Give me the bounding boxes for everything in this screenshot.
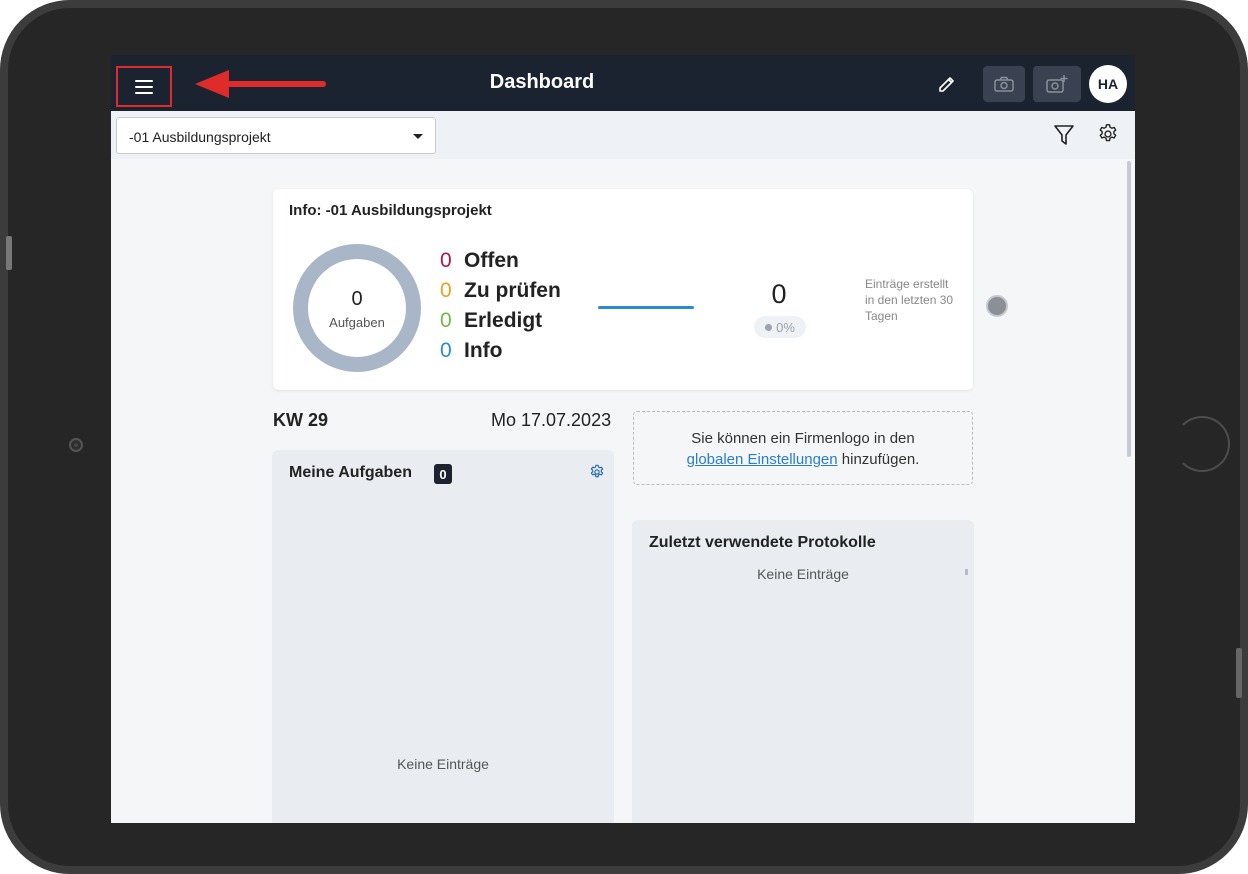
side-button — [1236, 648, 1242, 698]
status-count: 0 — [440, 249, 452, 272]
global-settings-link[interactable]: globalen Einstellungen — [687, 451, 838, 468]
gear-icon[interactable] — [589, 464, 605, 480]
user-avatar[interactable]: HA — [1089, 65, 1127, 103]
status-label: Zu prüfen — [464, 279, 561, 302]
recent-protocols-card: Zuletzt verwendete Protokolle Keine Eint… — [632, 520, 974, 823]
status-row-zu-pruefen[interactable]: 0 Zu prüfen — [440, 279, 561, 309]
gear-icon[interactable] — [1097, 123, 1119, 145]
camera-add-icon — [1046, 75, 1068, 93]
tasks-donut-chart: 0 Aufgaben — [293, 244, 421, 372]
entries-note: Einträge erstellt in den letzten 30 Tage… — [865, 277, 954, 323]
page-title: Dashboard — [489, 71, 595, 93]
entries-percent-badge: 0% — [754, 316, 806, 338]
scrollbar[interactable] — [1127, 161, 1131, 457]
status-row-erledigt[interactable]: 0 Erledigt — [440, 309, 561, 339]
camera-icon — [994, 76, 1014, 92]
front-camera — [69, 438, 83, 452]
status-count: 0 — [440, 279, 452, 302]
donut-total-label: Aufgaben — [329, 315, 385, 330]
edit-icon[interactable] — [937, 73, 957, 93]
project-select-value: -01 Ausbildungsprojekt — [129, 129, 271, 145]
status-row-offen[interactable]: 0 Offen — [440, 249, 561, 279]
logo-hint-text-end: hinzufügen. — [841, 451, 920, 468]
info-card: Info: -01 Ausbildungsprojekt 0 Aufgaben … — [273, 189, 973, 390]
current-date: Mo 17.07.2023 — [491, 410, 612, 430]
protocols-scrollbar[interactable] — [965, 569, 968, 575]
app-screen: Dashboard HA -01 Ausbildungsprojekt Info… — [111, 55, 1135, 823]
donut-total-count: 0 — [351, 288, 363, 310]
status-count: 0 — [440, 309, 452, 332]
my-tasks-title: Meine Aufgaben — [289, 464, 412, 481]
company-logo-placeholder: Sie können ein Firmenlogo in den globale… — [633, 411, 973, 485]
recent-protocols-empty-text: Keine Einträge — [757, 566, 849, 582]
filter-icon[interactable] — [1053, 123, 1075, 147]
home-button — [1174, 416, 1230, 472]
entries-count: 0 — [771, 279, 787, 309]
status-label: Info — [464, 339, 503, 362]
entries-percent: 0% — [776, 319, 795, 335]
top-navigation-bar: Dashboard HA — [111, 55, 1135, 111]
filter-toolbar: -01 Ausbildungsprojekt — [111, 111, 1135, 159]
camera-add-button[interactable] — [1033, 66, 1081, 102]
info-card-title: Info: -01 Ausbildungsprojekt — [289, 202, 492, 219]
logo-hint-text: Sie können ein Firmenlogo in den — [691, 430, 915, 447]
status-row-info[interactable]: 0 Info — [440, 339, 561, 369]
entries-trend-line — [598, 306, 694, 309]
status-label: Erledigt — [464, 309, 543, 332]
status-label: Offen — [464, 249, 519, 272]
status-list: 0 Offen 0 Zu prüfen 0 Erledigt 0 Info — [440, 249, 561, 369]
camera-button[interactable] — [983, 66, 1025, 102]
percent-dot-icon — [765, 323, 773, 331]
my-tasks-empty-text: Keine Einträge — [397, 756, 489, 772]
calendar-week: KW 29 — [273, 410, 329, 430]
recent-protocols-title: Zuletzt verwendete Protokolle — [649, 534, 876, 551]
chevron-down-icon — [413, 134, 423, 139]
status-count: 0 — [440, 339, 452, 362]
volume-button — [6, 236, 12, 270]
my-tasks-card: Meine Aufgaben 0 Keine Einträge — [272, 450, 614, 823]
carousel-dot[interactable] — [986, 295, 1008, 317]
project-select[interactable]: -01 Ausbildungsprojekt — [116, 117, 436, 154]
my-tasks-count-badge: 0 — [434, 464, 452, 484]
